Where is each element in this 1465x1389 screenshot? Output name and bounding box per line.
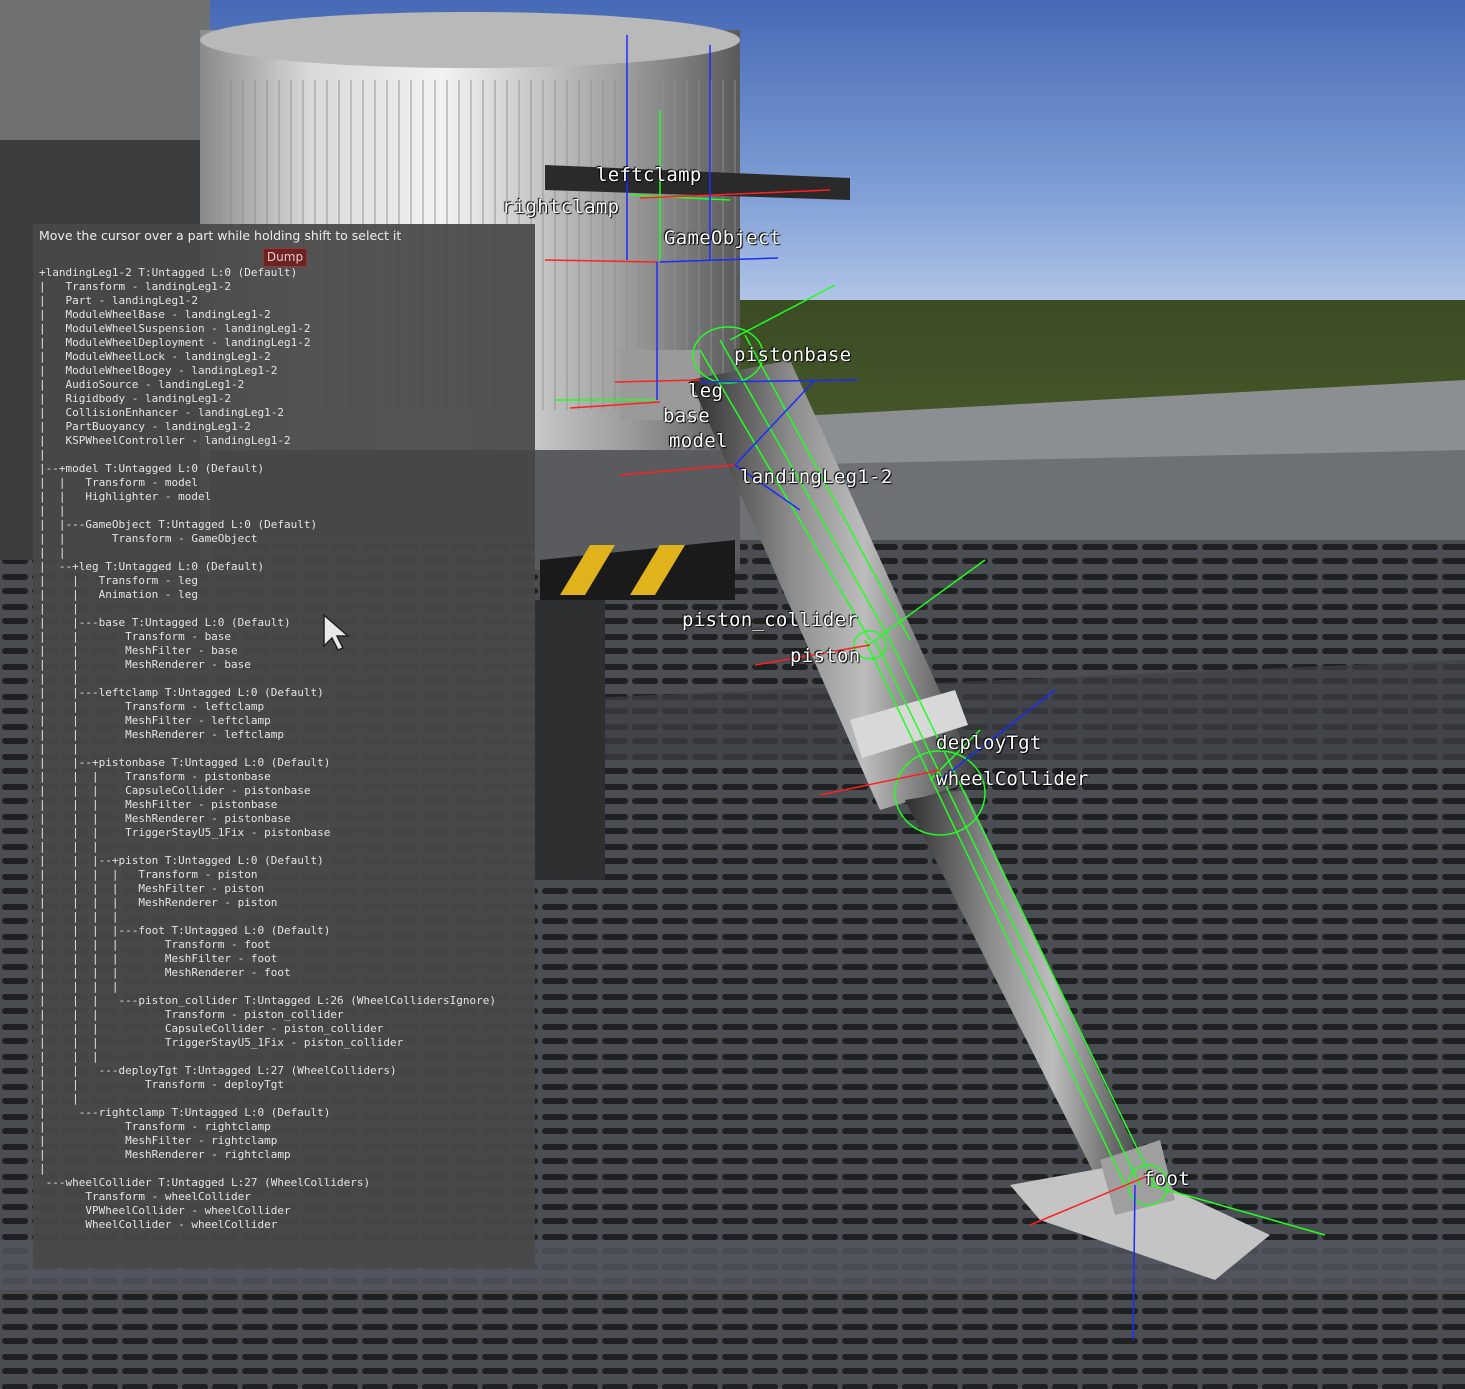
tree-line[interactable]: | | | | — [39, 910, 496, 924]
tree-line[interactable]: | Transform - landingLeg1-2 — [39, 280, 496, 294]
tree-line[interactable]: | ModuleWheelDeployment - landingLeg1-2 — [39, 336, 496, 350]
tree-line[interactable]: | ModuleWheelSuspension - landingLeg1-2 — [39, 322, 496, 336]
tree-line[interactable]: ---wheelCollider T:Untagged L:27 (WheelC… — [39, 1176, 496, 1190]
tree-line[interactable]: | | | | MeshFilter - piston — [39, 882, 496, 896]
label-wheelcollider: wheelCollider — [936, 768, 1089, 790]
tree-line[interactable]: | MeshRenderer - rightclamp — [39, 1148, 496, 1162]
tree-line[interactable]: | CollisionEnhancer - landingLeg1-2 — [39, 406, 496, 420]
tree-line[interactable]: | | — [39, 546, 496, 560]
tree-line[interactable]: | — [39, 1162, 496, 1176]
label-pistonbase: pistonbase — [734, 344, 852, 366]
tree-line[interactable]: | | Transform - GameObject — [39, 532, 496, 546]
tree-line[interactable]: | AudioSource - landingLeg1-2 — [39, 378, 496, 392]
tree-line[interactable]: | |---GameObject T:Untagged L:0 (Default… — [39, 518, 496, 532]
tree-line[interactable]: | | MeshRenderer - leftclamp — [39, 728, 496, 742]
tree-line[interactable]: | | | TriggerStayU5_1Fix - piston_collid… — [39, 1036, 496, 1050]
label-piston: piston — [790, 645, 861, 667]
tree-line[interactable]: | --+leg T:Untagged L:0 (Default) — [39, 560, 496, 574]
tree-line[interactable]: | | | CapsuleCollider - pistonbase — [39, 784, 496, 798]
tree-line[interactable]: | ModuleWheelLock - landingLeg1-2 — [39, 350, 496, 364]
tree-line[interactable]: | Transform - rightclamp — [39, 1120, 496, 1134]
tree-line[interactable]: | — [39, 448, 496, 462]
tree-line[interactable]: | | Animation - leg — [39, 588, 496, 602]
tree-line[interactable]: | | Transform - model — [39, 476, 496, 490]
tree-line[interactable]: VPWheelCollider - wheelCollider — [39, 1204, 496, 1218]
tree-line[interactable]: | | | | Transform - foot — [39, 938, 496, 952]
tree-line[interactable]: | | | | MeshRenderer - piston — [39, 896, 496, 910]
engine-shroud — [535, 600, 605, 880]
label-gameobject: GameObject — [664, 227, 782, 249]
tree-line[interactable]: | |--+pistonbase T:Untagged L:0 (Default… — [39, 756, 496, 770]
tree-line[interactable]: | | | |---foot T:Untagged L:0 (Default) — [39, 924, 496, 938]
part-inspector-panel[interactable]: Move the cursor over a part while holdin… — [33, 224, 535, 1268]
tree-line[interactable]: | | Transform - base — [39, 630, 496, 644]
tree-line[interactable]: | | | Transform - piston_collider — [39, 1008, 496, 1022]
tree-line[interactable]: | Part - landingLeg1-2 — [39, 294, 496, 308]
tree-line[interactable]: | | — [39, 504, 496, 518]
tree-line[interactable]: WheelCollider - wheelCollider — [39, 1218, 496, 1232]
tree-line[interactable]: | | — [39, 672, 496, 686]
tree-line[interactable]: | | MeshFilter - base — [39, 644, 496, 658]
tree-line[interactable]: +landingLeg1-2 T:Untagged L:0 (Default) — [39, 266, 496, 280]
label-rightclamp: rightclamp — [502, 196, 620, 218]
mouse-pointer-icon — [323, 613, 350, 651]
tree-line[interactable]: | | | MeshRenderer - pistonbase — [39, 812, 496, 826]
tree-line[interactable]: | | MeshRenderer - base — [39, 658, 496, 672]
tree-line[interactable]: | | | — [39, 840, 496, 854]
tree-line[interactable]: | | | | MeshFilter - foot — [39, 952, 496, 966]
label-model: model — [669, 430, 728, 452]
rocket-tank-rim — [200, 12, 740, 68]
tree-line[interactable]: | | — [39, 742, 496, 756]
tree-line[interactable]: | PartBuoyancy - landingLeg1-2 — [39, 420, 496, 434]
tree-line[interactable]: | | — [39, 1092, 496, 1106]
tree-line[interactable]: | | — [39, 602, 496, 616]
panel-instructions: Move the cursor over a part while holdin… — [39, 228, 402, 243]
tree-line[interactable]: Transform - wheelCollider — [39, 1190, 496, 1204]
tree-line[interactable]: | Rigidbody - landingLeg1-2 — [39, 392, 496, 406]
tree-line[interactable]: | | | | Transform - piston — [39, 868, 496, 882]
dump-button[interactable]: Dump — [263, 248, 307, 267]
tree-line[interactable]: | | | | MeshRenderer - foot — [39, 966, 496, 980]
tree-line[interactable]: | ---rightclamp T:Untagged L:0 (Default) — [39, 1106, 496, 1120]
tree-line[interactable]: | | | — [39, 1050, 496, 1064]
label-base: base — [663, 405, 710, 427]
tree-line[interactable]: | | | MeshFilter - pistonbase — [39, 798, 496, 812]
tree-line[interactable]: | | ---deployTgt T:Untagged L:27 (WheelC… — [39, 1064, 496, 1078]
tree-line[interactable]: | | | | — [39, 980, 496, 994]
tree-line[interactable]: | ModuleWheelBogey - landingLeg1-2 — [39, 364, 496, 378]
tree-line[interactable]: | | | TriggerStayU5_1Fix - pistonbase — [39, 826, 496, 840]
label-deploytgt: deployTgt — [936, 732, 1042, 754]
tree-line[interactable]: | | | Transform - pistonbase — [39, 770, 496, 784]
tree-line[interactable]: | | | CapsuleCollider - piston_collider — [39, 1022, 496, 1036]
label-foot: foot — [1143, 1168, 1190, 1190]
tree-line[interactable]: |--+model T:Untagged L:0 (Default) — [39, 462, 496, 476]
label-piston-collider: piston_collider — [682, 609, 859, 631]
hierarchy-tree: +landingLeg1-2 T:Untagged L:0 (Default) |… — [39, 266, 496, 1232]
tree-line[interactable]: | | Transform - deployTgt — [39, 1078, 496, 1092]
label-leftclamp: leftclamp — [596, 164, 702, 186]
tree-line[interactable]: | ModuleWheelBase - landingLeg1-2 — [39, 308, 496, 322]
tree-line[interactable]: | | Transform - leg — [39, 574, 496, 588]
tree-line[interactable]: | MeshFilter - rightclamp — [39, 1134, 496, 1148]
tree-line[interactable]: | | |--+piston T:Untagged L:0 (Default) — [39, 854, 496, 868]
tree-line[interactable]: | |---base T:Untagged L:0 (Default) — [39, 616, 496, 630]
tree-line[interactable]: | |---leftclamp T:Untagged L:0 (Default) — [39, 686, 496, 700]
tree-line[interactable]: | KSPWheelController - landingLeg1-2 — [39, 434, 496, 448]
tree-line[interactable]: | | Transform - leftclamp — [39, 700, 496, 714]
tree-line[interactable]: | | MeshFilter - leftclamp — [39, 714, 496, 728]
tree-line[interactable]: | | | ---piston_collider T:Untagged L:26… — [39, 994, 496, 1008]
label-landingleg: landingLeg1-2 — [740, 466, 893, 488]
tree-line[interactable]: | | Highlighter - model — [39, 490, 496, 504]
label-leg: leg — [688, 380, 724, 402]
